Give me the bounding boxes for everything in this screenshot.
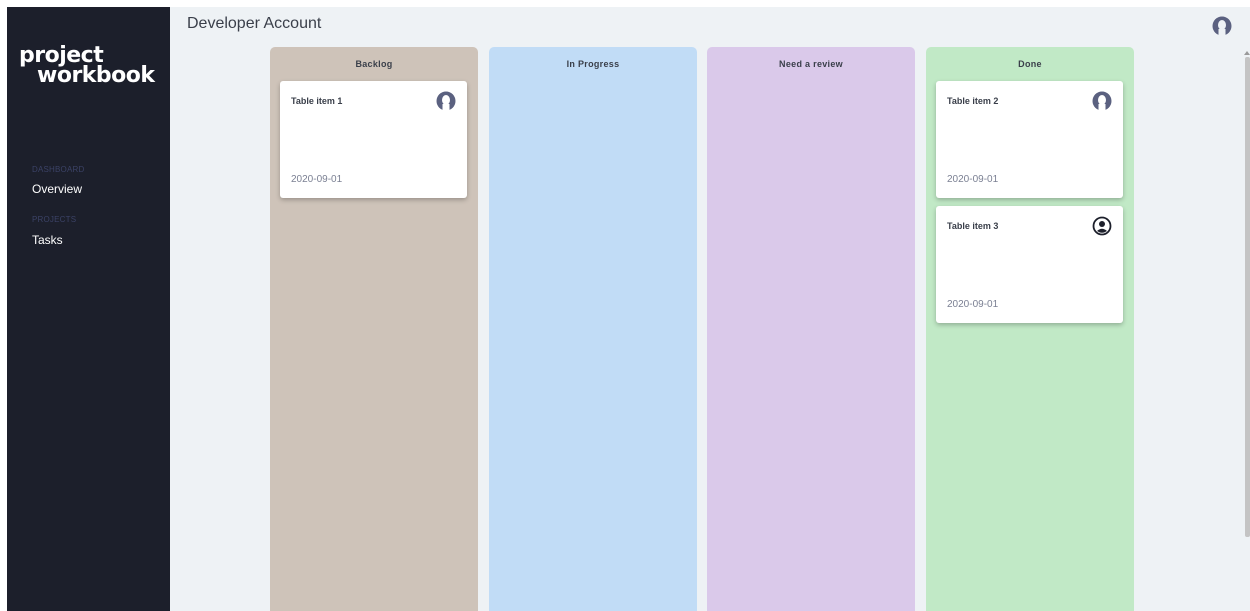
task-card[interactable]: Table item 1 2020-09-01 (280, 81, 467, 198)
user-avatar-icon (1092, 91, 1112, 111)
card-date: 2020-09-01 (947, 174, 999, 185)
scrollbar-thumb[interactable] (1245, 57, 1250, 537)
task-card[interactable]: Table item 3 2020-09-01 (936, 206, 1123, 323)
column-done: Done Table item 2 2020-09-01 Table item … (926, 47, 1134, 611)
account-circle-icon (1092, 216, 1112, 236)
task-card[interactable]: Table item 2 2020-09-01 (936, 81, 1123, 198)
user-avatar-icon (436, 91, 456, 111)
nav-section-dashboard: DASHBOARD (32, 165, 85, 174)
nav-section-projects: PROJECTS (32, 215, 77, 224)
sidebar: project workbook DASHBOARD Overview PROJ… (7, 7, 170, 611)
card-title: Table item 1 (291, 96, 343, 106)
sidebar-item-tasks[interactable]: Tasks (32, 233, 63, 247)
column-title: Backlog (355, 59, 393, 69)
logo-line-workbook: workbook (37, 63, 156, 88)
column-need-a-review: Need a review (707, 47, 915, 611)
project-workbook-logo[interactable]: project workbook (19, 40, 169, 90)
column-in-progress: In Progress (489, 47, 697, 611)
app-window: project workbook DASHBOARD Overview PROJ… (7, 7, 1250, 611)
column-title: Done (1018, 59, 1042, 69)
user-avatar-icon[interactable] (1212, 16, 1232, 36)
column-title: Need a review (779, 59, 843, 69)
card-date: 2020-09-01 (947, 299, 999, 310)
scroll-up-arrow-icon[interactable] (1244, 51, 1250, 55)
page-title: Developer Account (187, 15, 322, 32)
card-date: 2020-09-01 (291, 174, 343, 185)
sidebar-item-overview[interactable]: Overview (32, 182, 82, 196)
card-title: Table item 2 (947, 96, 999, 106)
column-backlog: Backlog Table item 1 2020-09-01 (270, 47, 478, 611)
card-title: Table item 3 (947, 221, 999, 231)
column-title: In Progress (566, 59, 620, 69)
vertical-scrollbar[interactable] (1244, 51, 1250, 611)
